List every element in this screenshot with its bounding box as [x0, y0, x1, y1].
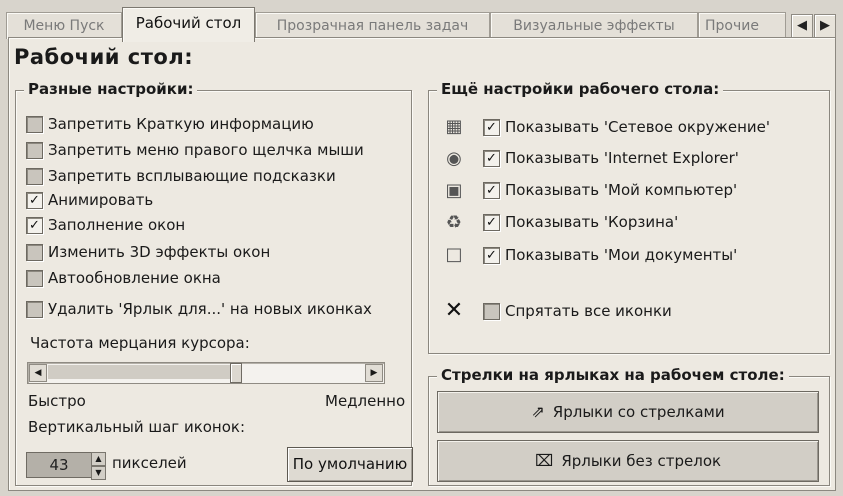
fast-label: Быстро	[28, 392, 86, 410]
checkmark-icon: ✓	[29, 217, 40, 233]
checkbox[interactable]	[483, 302, 500, 320]
checkbox[interactable]	[26, 243, 43, 261]
cursor-blink-slider[interactable]: ◀ ▶	[27, 362, 385, 384]
option-label: Запретить всплывающие подсказки	[48, 167, 336, 185]
option-label: Автообновление окна	[48, 269, 221, 287]
option-show-network[interactable]: ✓ Показывать 'Сетевое окружение'	[483, 115, 770, 139]
option-label: Показывать 'Internet Explorer'	[505, 149, 739, 167]
misc-settings-legend: Разные настройки:	[24, 80, 198, 98]
checkmark-icon: ✓	[29, 192, 40, 208]
option-show-recycle-bin[interactable]: ✓ Показывать 'Корзина'	[483, 210, 678, 234]
checkbox[interactable]: ✓	[483, 149, 500, 167]
option-show-ie[interactable]: ✓ Показывать 'Internet Explorer'	[483, 146, 739, 170]
option-label: Запретить Краткую информацию	[48, 115, 314, 133]
shortcuts-with-arrows-button[interactable]: ⇗ Ярлыки со стрелками	[437, 391, 819, 433]
shortcut-arrows-legend: Стрелки на ярлыках на рабочем столе:	[437, 366, 789, 384]
checkbox[interactable]: ✓	[26, 216, 43, 234]
slider-fill	[48, 365, 230, 379]
button-label: Ярлыки со стрелками	[552, 403, 725, 421]
checkbox[interactable]	[26, 115, 43, 133]
option-label: Запретить меню правого щелчка мыши	[48, 141, 364, 159]
option-disable-context-menu[interactable]: Запретить меню правого щелчка мыши	[26, 138, 364, 162]
option-label: Анимировать	[48, 191, 154, 209]
option-show-my-computer[interactable]: ✓ Показывать 'Мой компьютер'	[483, 178, 737, 202]
slow-label: Медленно	[325, 392, 406, 410]
internet-explorer-icon: ◉	[446, 148, 462, 169]
checkbox[interactable]: ✓	[483, 213, 500, 231]
option-disable-tooltips-info[interactable]: Запретить Краткую информацию	[26, 112, 314, 136]
tab-visual-effects[interactable]: Визуальные эффекты	[490, 12, 698, 39]
checkbox[interactable]	[26, 167, 43, 185]
close-icon: ✕	[444, 298, 464, 323]
tab-other[interactable]: Прочие	[698, 12, 786, 39]
option-label: Спрятать все иконки	[505, 302, 672, 320]
shortcut-arrow-icon: ⇗	[531, 402, 545, 421]
spin-down-icon[interactable]: ▼	[91, 466, 106, 480]
option-label: Изменить 3D эффекты окон	[48, 243, 271, 261]
option-remove-shortcut-prefix[interactable]: Удалить 'Ярлык для...' на новых иконках	[26, 297, 372, 321]
chevron-right-icon: ▶	[820, 18, 830, 33]
tab-desktop[interactable]: Рабочий стол	[122, 7, 255, 42]
pixels-label: пикселей	[112, 454, 187, 472]
tab-start-menu[interactable]: Меню Пуск	[6, 12, 122, 39]
chevron-left-icon: ◀	[797, 18, 807, 33]
checkmark-icon: ✓	[486, 247, 497, 263]
slider-right-arrow-icon[interactable]: ▶	[365, 364, 383, 382]
option-3d-effects[interactable]: Изменить 3D эффекты окон	[26, 240, 270, 264]
default-button[interactable]: По умолчанию	[287, 447, 413, 482]
option-label: Показывать 'Мой компьютер'	[505, 181, 738, 199]
icon-spacing-stepper[interactable]: ▲ ▼	[91, 452, 106, 480]
button-label: Ярлыки без стрелок	[561, 452, 722, 470]
cursor-blink-label: Частота мерцания курсора:	[30, 334, 250, 352]
option-hide-all-icons[interactable]: Спрятать все иконки	[483, 299, 672, 323]
option-label: Заполнение окон	[48, 216, 186, 234]
checkmark-icon: ✓	[486, 150, 497, 166]
checkbox[interactable]: ✓	[483, 118, 500, 136]
shortcuts-without-arrows-button[interactable]: ⌧ Ярлыки без стрелок	[437, 440, 819, 482]
slider-thumb[interactable]	[230, 363, 242, 383]
checkbox[interactable]: ✓	[483, 246, 500, 264]
icon-spacing-label: Вертикальный шаг иконок:	[28, 418, 246, 436]
option-auto-refresh[interactable]: Автообновление окна	[26, 266, 221, 290]
computer-icon: ▣	[445, 180, 463, 201]
option-label: Показывать 'Сетевое окружение'	[505, 118, 770, 136]
icon-spacing-input[interactable]: 43	[26, 452, 92, 478]
option-show-my-documents[interactable]: ✓ Показывать 'Мои документы'	[483, 243, 737, 267]
option-disable-popup-hints[interactable]: Запретить всплывающие подсказки	[26, 164, 336, 188]
option-label: Показывать 'Мои документы'	[505, 246, 738, 264]
recycle-bin-icon: ♻	[445, 212, 463, 233]
option-label: Показывать 'Корзина'	[505, 213, 679, 231]
checkbox[interactable]	[26, 141, 43, 159]
option-animate[interactable]: ✓ Анимировать	[26, 188, 153, 212]
option-label: Удалить 'Ярлык для...' на новых иконках	[48, 300, 372, 318]
tab-scroll-left-button[interactable]: ◀	[791, 14, 813, 38]
desktop-icons-legend: Ещё настройки рабочего стола:	[437, 80, 724, 98]
tab-scroll-right-button[interactable]: ▶	[814, 14, 836, 38]
page-title: Рабочий стол:	[14, 45, 194, 69]
checkmark-icon: ✓	[486, 119, 497, 135]
spin-up-icon[interactable]: ▲	[91, 452, 106, 466]
checkbox[interactable]: ✓	[26, 191, 43, 209]
checkbox[interactable]	[26, 269, 43, 287]
checkmark-icon: ✓	[486, 214, 497, 230]
checkbox[interactable]	[26, 300, 43, 318]
slider-left-arrow-icon[interactable]: ◀	[29, 364, 47, 382]
documents-icon: □	[445, 244, 463, 265]
network-icon: ▦	[445, 116, 463, 137]
checkbox[interactable]: ✓	[483, 181, 500, 199]
no-arrow-icon: ⌧	[534, 451, 554, 470]
checkmark-icon: ✓	[486, 182, 497, 198]
option-window-fill[interactable]: ✓ Заполнение окон	[26, 213, 185, 237]
tab-transparent-taskbar[interactable]: Прозрачная панель задач	[255, 12, 490, 39]
